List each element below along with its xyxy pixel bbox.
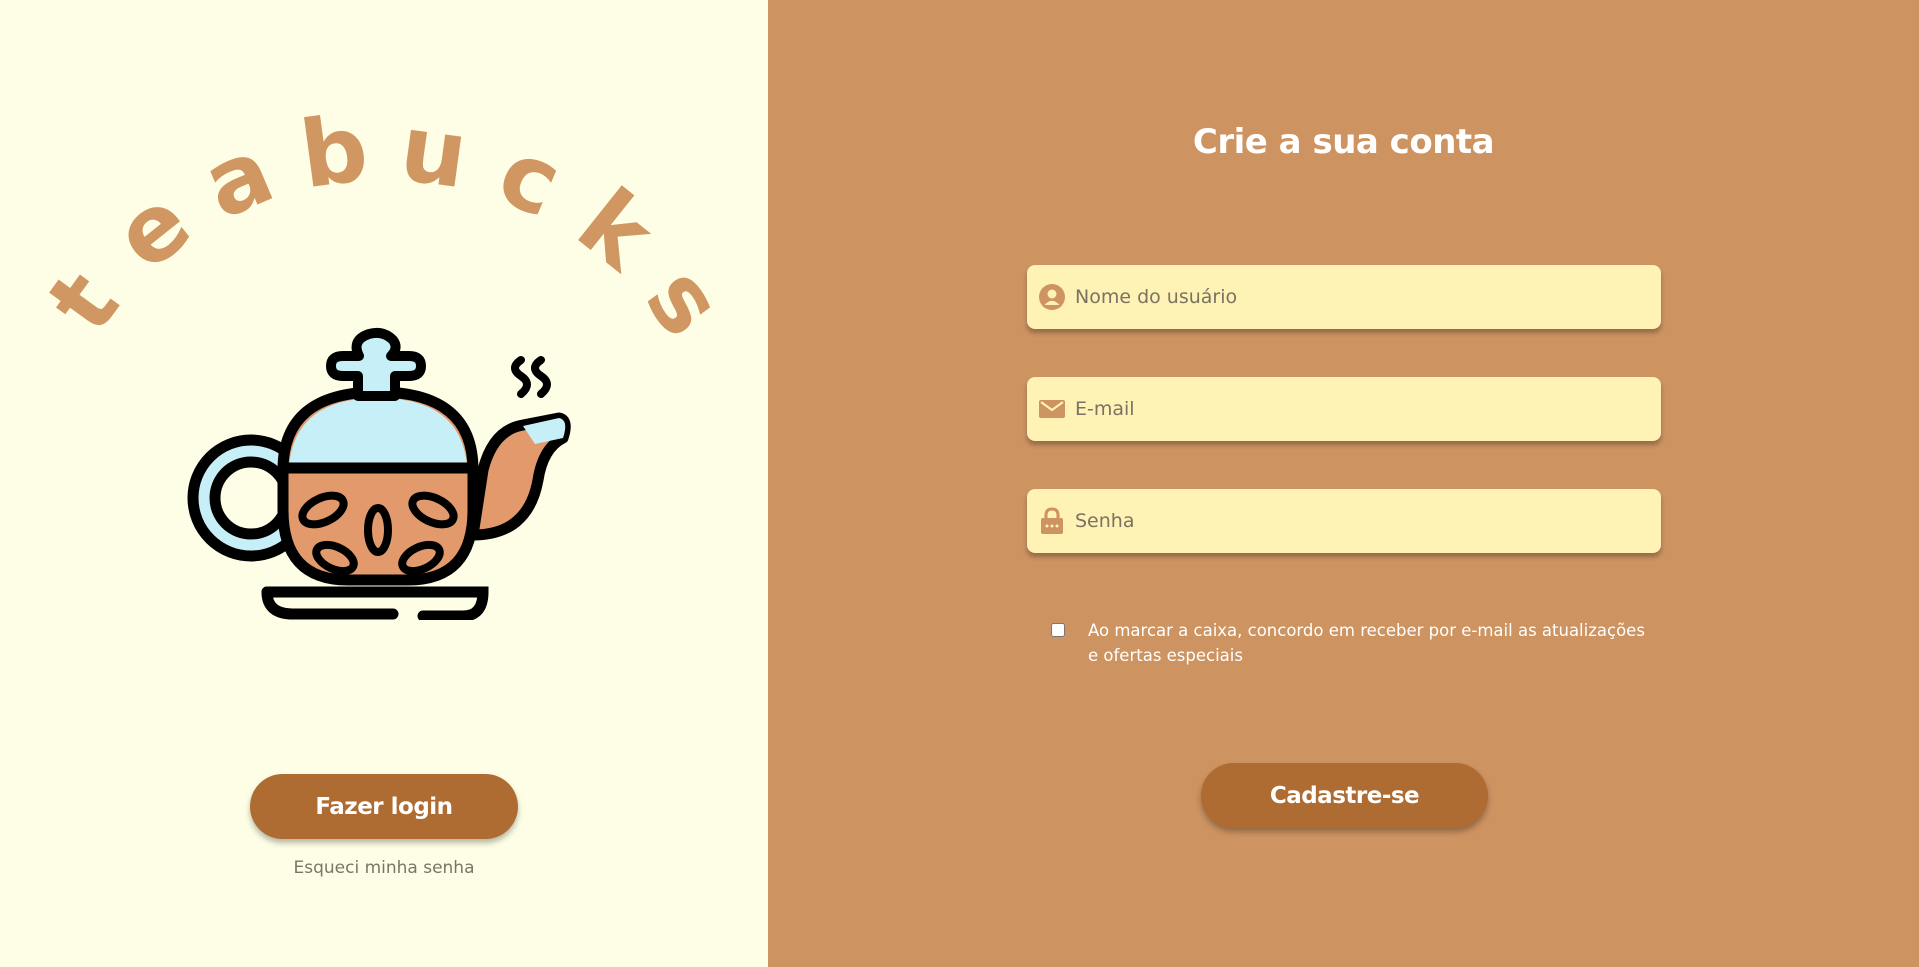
signup-panel: Crie a sua conta Ao marcar a caixa, conc… (768, 0, 1919, 967)
username-field[interactable] (1027, 264, 1661, 330)
forgot-password-link[interactable]: Esqueci minha senha (0, 858, 768, 878)
teapot-illustration (187, 327, 571, 620)
brand-letter: e (95, 168, 211, 291)
brand-letter: c (484, 119, 576, 239)
signup-button[interactable]: Cadastre-se (1201, 763, 1488, 828)
user-icon (1037, 282, 1067, 312)
brand-letter: a (188, 117, 287, 240)
brand-letter: u (394, 94, 473, 209)
username-input[interactable] (1067, 264, 1661, 330)
lock-icon (1037, 506, 1067, 536)
left-panel: teabucks Fazer login Esqueci minha senha (0, 0, 768, 967)
login-button[interactable]: Fazer login (250, 774, 518, 839)
consent-option[interactable]: Ao marcar a caixa, concordo em receber p… (1051, 618, 1651, 668)
email-field[interactable] (1027, 376, 1661, 442)
consent-checkbox[interactable] (1051, 623, 1065, 637)
signup-title: Crie a sua conta (1192, 122, 1495, 162)
brand-logo-text: tea b u cks (27, 94, 744, 340)
brand-letter: s (625, 248, 744, 340)
brand-letter: t (27, 252, 139, 340)
brand-letter: k (558, 169, 674, 292)
consent-label: Ao marcar a caixa, concordo em receber p… (1088, 621, 1645, 665)
email-input[interactable] (1067, 376, 1661, 442)
mail-icon (1037, 394, 1067, 424)
password-input[interactable] (1067, 488, 1661, 554)
password-field[interactable] (1027, 488, 1661, 554)
brand-letter: b (294, 94, 374, 209)
